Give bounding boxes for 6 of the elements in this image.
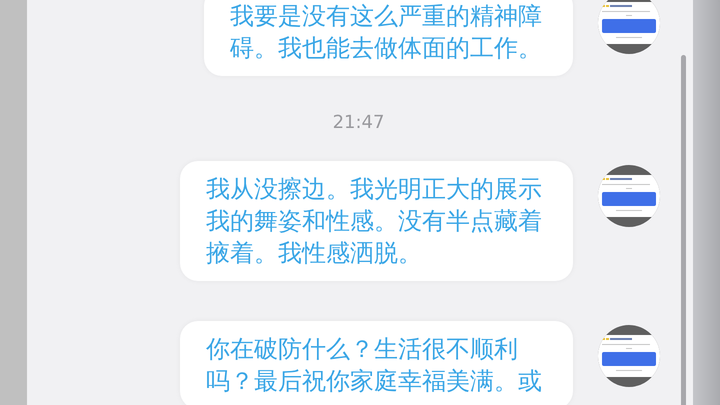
message-bubble: 我要是没有这么严重的精神障碍。我也能去做体面的工作。 [204,0,573,76]
avatar-picture [598,0,660,54]
timestamp: 21:47 [332,112,384,133]
message-bubble: 我从没擦边。我光明正大的展示我的舞姿和性感。没有半点藏着掖着。我性感洒脱。 [180,161,573,281]
scrollbar[interactable] [681,55,686,405]
message-bubble: 你在破防什么？生活很不顺利吗？最后祝你家庭幸福美满。或 [180,321,573,405]
